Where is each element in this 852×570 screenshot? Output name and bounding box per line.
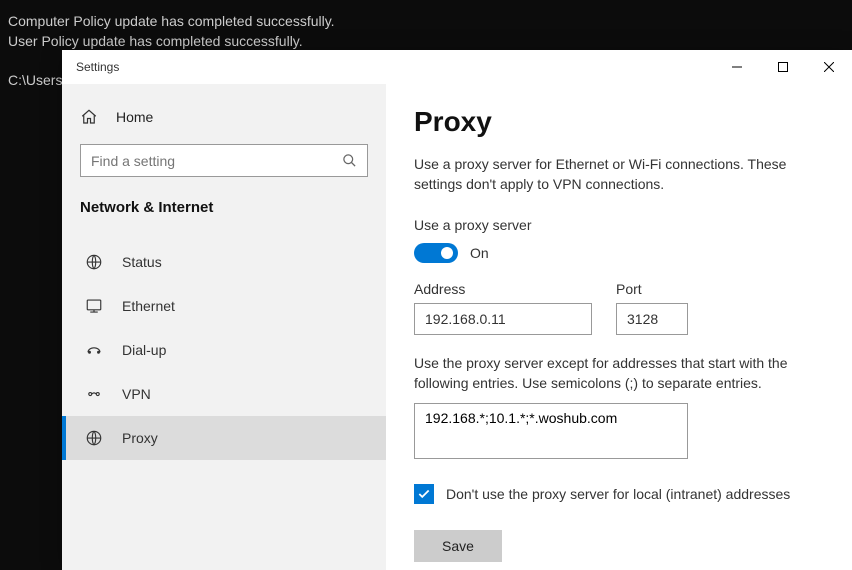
sidebar-item-ethernet[interactable]: Ethernet <box>62 284 386 328</box>
maximize-icon <box>778 62 788 72</box>
window-controls <box>714 50 852 84</box>
proxy-toggle[interactable] <box>414 243 458 263</box>
page-description: Use a proxy server for Ethernet or Wi-Fi… <box>414 154 824 195</box>
search-icon <box>342 153 357 168</box>
maximize-button[interactable] <box>760 50 806 84</box>
window-title: Settings <box>76 60 119 74</box>
terminal-line: Computer Policy update has completed suc… <box>8 13 335 29</box>
titlebar: Settings <box>62 50 852 84</box>
terminal-prompt: C:\Users <box>8 72 62 88</box>
check-icon <box>417 487 431 501</box>
sidebar-item-label: Proxy <box>122 430 158 446</box>
toggle-label: Use a proxy server <box>414 217 824 233</box>
search-field[interactable] <box>91 153 342 169</box>
toggle-knob-icon <box>441 247 453 259</box>
exceptions-input[interactable] <box>414 403 688 459</box>
home-icon <box>80 108 100 126</box>
sidebar-item-label: VPN <box>122 386 151 402</box>
sidebar-item-label: Dial-up <box>122 342 166 358</box>
sidebar-item-proxy[interactable]: Proxy <box>62 416 386 460</box>
proxy-icon <box>84 429 104 447</box>
search-input[interactable] <box>80 144 368 177</box>
exceptions-description: Use the proxy server except for addresse… <box>414 353 824 394</box>
toggle-state: On <box>470 245 489 261</box>
port-input[interactable] <box>616 303 688 335</box>
save-button[interactable]: Save <box>414 530 502 562</box>
settings-window: Settings Home <box>62 50 852 570</box>
sidebar-item-label: Ethernet <box>122 298 175 314</box>
vpn-icon <box>84 385 104 403</box>
address-input[interactable] <box>414 303 592 335</box>
status-icon <box>84 253 104 271</box>
port-label: Port <box>616 281 688 297</box>
minimize-icon <box>732 62 742 72</box>
page-title: Proxy <box>414 106 824 138</box>
home-label: Home <box>116 109 153 125</box>
address-label: Address <box>414 281 592 297</box>
sidebar-item-dialup[interactable]: Dial-up <box>62 328 386 372</box>
sidebar-item-label: Status <box>122 254 162 270</box>
close-button[interactable] <box>806 50 852 84</box>
minimize-button[interactable] <box>714 50 760 84</box>
terminal-line: User Policy update has completed success… <box>8 33 303 49</box>
local-bypass-checkbox[interactable] <box>414 484 434 504</box>
ethernet-icon <box>84 297 104 315</box>
sidebar-item-status[interactable]: Status <box>62 240 386 284</box>
section-title: Network & Internet <box>62 199 386 234</box>
sidebar-item-vpn[interactable]: VPN <box>62 372 386 416</box>
sidebar: Home Network & Internet Status <box>62 84 386 570</box>
local-bypass-label: Don't use the proxy server for local (in… <box>446 486 790 502</box>
home-link[interactable]: Home <box>62 106 386 144</box>
close-icon <box>824 62 834 72</box>
main-panel: Proxy Use a proxy server for Ethernet or… <box>386 84 852 570</box>
dialup-icon <box>84 341 104 359</box>
nav-list: Status Ethernet Dial-up <box>62 234 386 460</box>
